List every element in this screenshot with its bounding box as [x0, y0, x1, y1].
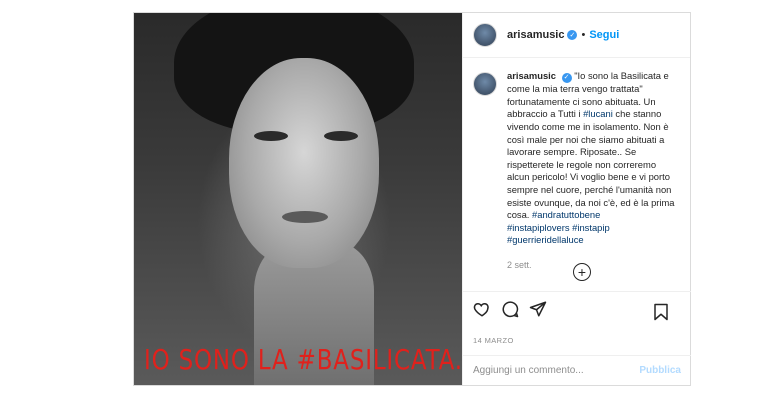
photo-lips — [282, 211, 328, 223]
action-bar — [463, 291, 691, 331]
photo-eye-right — [324, 131, 358, 141]
hashtag-instapip[interactable]: #instapip — [572, 222, 610, 233]
hashtag-andratuttobene[interactable]: #andratuttobene — [532, 209, 600, 220]
separator-dot: • — [581, 29, 586, 41]
paper-plane-icon[interactable] — [529, 300, 557, 323]
load-more-comments-icon[interactable]: + — [573, 263, 591, 281]
caption-avatar[interactable] — [473, 72, 497, 96]
post-photo[interactable]: IO SONO LA #BASILICATA. — [134, 13, 462, 385]
caption-body-2: che stanno vivendo come me in isolamento… — [507, 108, 675, 221]
comment-input[interactable]: Aggiungi un commento... — [473, 365, 584, 376]
photo-face — [229, 58, 379, 268]
verified-badge-icon: ✓ — [567, 30, 578, 40]
header-username[interactable]: arisamusic — [507, 29, 564, 41]
add-comment-bar: Aggiungi un commento... Pubblica — [463, 355, 691, 385]
avatar[interactable] — [473, 23, 497, 47]
caption-username[interactable]: arisamusic — [507, 70, 556, 81]
hashtag-instapiplovers[interactable]: #instapiplovers — [507, 222, 570, 233]
photo-eye-left — [254, 131, 288, 141]
publish-button[interactable]: Pubblica — [639, 365, 681, 376]
hashtag-lucani[interactable]: #lucani — [583, 108, 613, 119]
heart-icon[interactable] — [473, 300, 501, 323]
hashtag-guerrieridellaluce[interactable]: #guerrieridellaluce — [507, 234, 584, 245]
caption-text: arisamusic ✓ "Io sono la Basilicata e co… — [507, 70, 677, 272]
post-sidebar: arisamusic ✓ • Segui arisamusic ✓ "Io so… — [462, 13, 691, 385]
caption-age: 2 sett. — [507, 260, 532, 271]
caption-verified-icon: ✓ — [561, 73, 572, 84]
post-date: 14 MARZO — [473, 336, 514, 345]
caption-comment: arisamusic ✓ "Io sono la Basilicata e co… — [463, 58, 690, 272]
comment-icon[interactable] — [501, 300, 529, 323]
photo-overlay-text: IO SONO LA #BASILICATA. — [144, 343, 462, 376]
instagram-post: IO SONO LA #BASILICATA. arisamusic ✓ • S… — [133, 12, 691, 386]
bookmark-icon[interactable] — [653, 303, 679, 326]
post-header: arisamusic ✓ • Segui — [463, 13, 690, 58]
follow-button[interactable]: Segui — [589, 29, 619, 41]
